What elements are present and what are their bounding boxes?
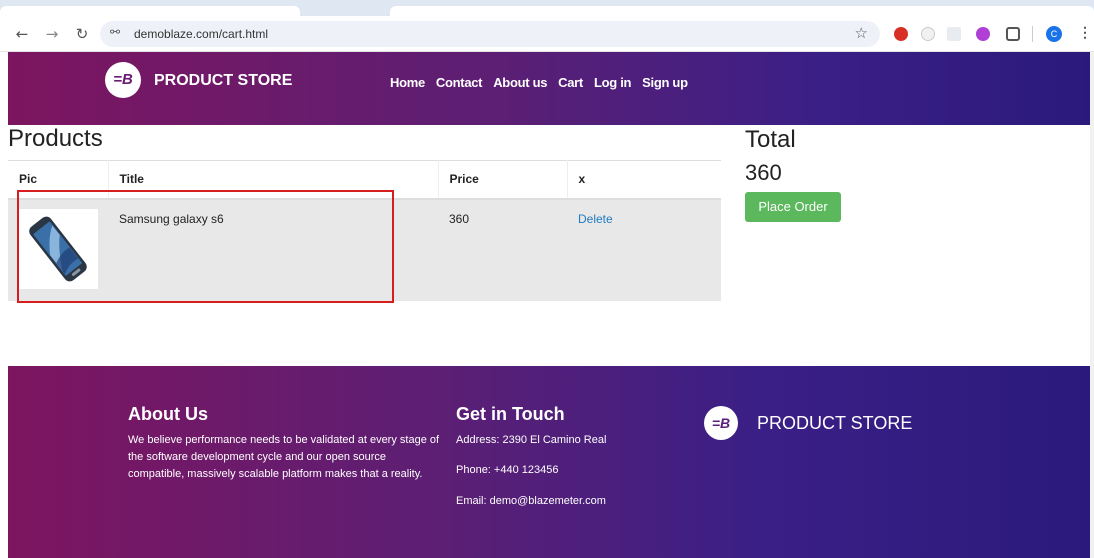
footer-logo-icon: =B	[704, 406, 738, 440]
address-text: Address: 2390 El Camino Real	[456, 434, 607, 446]
browser-tab-active[interactable]	[390, 6, 1094, 16]
forward-icon[interactable]: →	[42, 24, 62, 44]
ext-clock-icon[interactable]	[921, 27, 935, 41]
toolbar-separator	[1032, 26, 1033, 42]
back-icon[interactable]: ←	[12, 24, 32, 44]
extensions-icon[interactable]	[1006, 27, 1020, 41]
browser-tab-strip	[0, 0, 1094, 16]
products-heading: Products	[8, 125, 103, 152]
total-heading: Total	[745, 126, 796, 153]
total-value: 360	[745, 160, 782, 185]
main-nav: Home Contact About us Cart Log in Sign u…	[390, 75, 688, 90]
nav-sign-up[interactable]: Sign up	[642, 75, 688, 90]
phone-text: Phone: +440 123456	[456, 464, 559, 476]
bookmark-star-icon[interactable]: ☆	[855, 24, 868, 42]
product-action-cell: Delete	[567, 198, 721, 301]
browser-toolbar: ← → ↻ ⚯ demoblaze.com/cart.html ☆ C ⋮	[0, 16, 1094, 52]
profile-avatar[interactable]: C	[1046, 26, 1062, 42]
browser-tab[interactable]	[0, 6, 300, 16]
nav-log-in[interactable]: Log in	[594, 75, 631, 90]
column-header-x: x	[567, 160, 721, 200]
email-text: Email: demo@blazemeter.com	[456, 495, 606, 507]
site-info-icon[interactable]: ⚯	[110, 25, 120, 39]
get-in-touch-heading: Get in Touch	[456, 404, 565, 424]
footer-brand-name: PRODUCT STORE	[757, 413, 913, 433]
about-us-text: We believe performance needs to be valid…	[128, 434, 440, 480]
ext-lp-icon[interactable]	[976, 27, 990, 41]
site-footer: About Us We believe performance needs to…	[8, 366, 1090, 558]
scrollbar[interactable]	[1090, 52, 1094, 558]
about-us-heading: About Us	[128, 404, 208, 424]
brand-logo-icon[interactable]: =B	[105, 62, 141, 98]
delete-link[interactable]: Delete	[578, 212, 613, 226]
url-text: demoblaze.com/cart.html	[134, 27, 269, 41]
nav-home[interactable]: Home	[390, 75, 425, 90]
column-header-price: Price	[438, 160, 568, 200]
address-bar[interactable]: ⚯ demoblaze.com/cart.html ☆	[100, 21, 880, 47]
menu-icon[interactable]: ⋮	[1078, 24, 1092, 41]
brand-name[interactable]: PRODUCT STORE	[154, 72, 292, 90]
nav-about-us[interactable]: About us	[493, 75, 547, 90]
reload-icon[interactable]: ↻	[72, 24, 92, 44]
product-price-cell: 360	[438, 198, 567, 301]
nav-cart[interactable]: Cart	[558, 75, 583, 90]
ext-opera-icon[interactable]	[894, 27, 908, 41]
site-header: =B PRODUCT STORE Home Contact About us C…	[8, 52, 1090, 125]
nav-contact[interactable]: Contact	[436, 75, 483, 90]
ext-square-icon[interactable]	[947, 27, 961, 41]
highlight-annotation-box	[17, 190, 394, 303]
place-order-button[interactable]: Place Order	[745, 192, 841, 222]
